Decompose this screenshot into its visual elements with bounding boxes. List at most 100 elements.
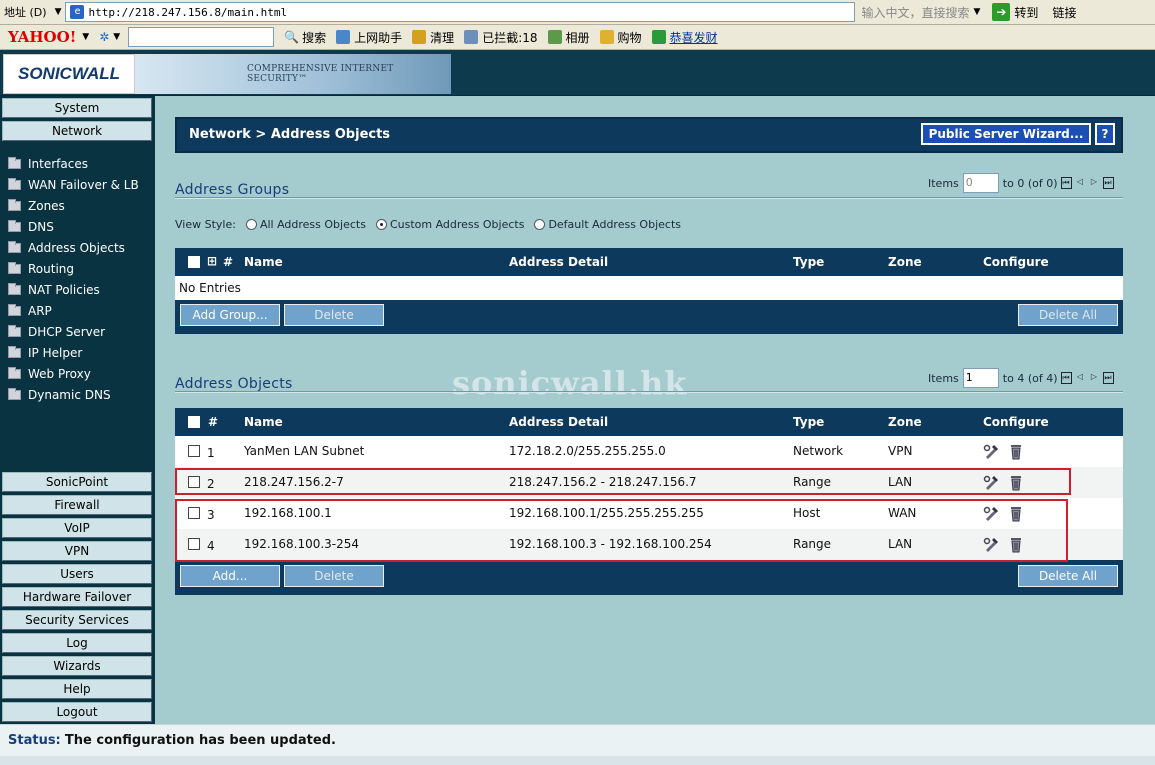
nav-network[interactable]: Network	[2, 121, 152, 141]
next-page-icon[interactable]: ▷	[1089, 372, 1100, 384]
public-server-wizard-button[interactable]: Public Server Wizard...	[921, 123, 1091, 145]
col-name[interactable]: Name	[244, 415, 283, 429]
chevron-down-icon[interactable]: ▼	[113, 32, 120, 42]
assistant-button[interactable]: 上网助手	[336, 29, 402, 46]
nav-hardware-failover[interactable]: Hardware Failover	[2, 587, 152, 607]
col-num: #	[223, 255, 234, 269]
col-zone[interactable]: Zone	[888, 415, 922, 429]
add-group-button[interactable]: Add Group...	[180, 304, 280, 326]
radio-all-objects[interactable]	[245, 219, 257, 230]
delete-all-objects-button[interactable]: Delete All	[1018, 565, 1118, 587]
toolbar-search-input[interactable]	[128, 27, 275, 47]
nav-firewall[interactable]: Firewall	[2, 495, 152, 515]
col-configure: Configure	[983, 415, 1049, 429]
shopping-button[interactable]: 购物	[599, 29, 642, 46]
select-all-checkbox[interactable]	[188, 416, 200, 428]
delete-object-button[interactable]: Delete	[284, 565, 384, 587]
prev-page-icon[interactable]: ◁	[1075, 177, 1086, 189]
first-page-icon[interactable]: ⏮	[1060, 372, 1072, 384]
col-zone[interactable]: Zone	[888, 255, 922, 269]
col-detail[interactable]: Address Detail	[509, 255, 608, 269]
delete-all-groups-button[interactable]: Delete All	[1018, 304, 1118, 326]
edit-icon[interactable]	[983, 442, 1001, 460]
nav-item-web-proxy[interactable]: Web Proxy	[8, 365, 91, 383]
nav-item-interfaces[interactable]: Interfaces	[8, 155, 88, 173]
col-detail[interactable]: Address Detail	[509, 415, 608, 429]
nav-system[interactable]: System	[2, 98, 152, 118]
nav-sonicpoint[interactable]: SonicPoint	[2, 472, 152, 492]
folder-icon	[8, 283, 21, 295]
col-type[interactable]: Type	[793, 415, 824, 429]
nav-voip[interactable]: VoIP	[2, 518, 152, 538]
nav-item-arp[interactable]: ARP	[8, 302, 52, 320]
last-page-icon[interactable]: ⏭	[1102, 372, 1114, 384]
nav-wizards[interactable]: Wizards	[2, 656, 152, 676]
radio-label: Default Address Objects	[548, 218, 681, 231]
highlight-box	[175, 468, 1071, 495]
nav-item-dns[interactable]: DNS	[8, 218, 54, 236]
yahoo-logo[interactable]: YAHOO!	[8, 28, 76, 46]
groups-items-input[interactable]: 0	[962, 173, 999, 193]
url-input[interactable]: e http://218.247.156.8/main.html	[65, 2, 856, 22]
nav-help[interactable]: Help	[2, 679, 152, 699]
add-object-button[interactable]: Add...	[180, 565, 280, 587]
page-title-bar: Network > Address Objects Public Server …	[175, 117, 1123, 153]
chevron-down-icon[interactable]: ▼	[55, 7, 62, 17]
go-label: 转到	[1014, 5, 1039, 20]
album-button[interactable]: 相册	[547, 29, 590, 46]
prev-page-icon[interactable]: ◁	[1075, 372, 1086, 384]
nav-item-ip-helper[interactable]: IP Helper	[8, 344, 82, 362]
nav-log[interactable]: Log	[2, 633, 152, 653]
nav-item-label: DHCP Server	[28, 325, 106, 339]
nav-security-services[interactable]: Security Services	[2, 610, 152, 630]
sonicwall-logo: SONICWALL	[3, 54, 135, 94]
radio-default-objects[interactable]	[534, 219, 546, 230]
blocked-button[interactable]: 已拦截:18	[464, 29, 538, 46]
groups-pager: Items 0 to 0 (of 0) ⏮ ◁ ▷ ⏭	[928, 173, 1114, 193]
nav-item-zones[interactable]: Zones	[8, 197, 65, 215]
first-page-icon[interactable]: ⏮	[1060, 177, 1072, 189]
expand-all-icon[interactable]: ⊞	[207, 254, 217, 268]
delete-group-button[interactable]: Delete	[284, 304, 384, 326]
shopping-label: 购物	[617, 30, 642, 45]
nav-logout[interactable]: Logout	[2, 702, 152, 722]
assistant-icon	[336, 30, 351, 44]
nav-item-routing[interactable]: Routing	[8, 260, 74, 278]
trash-icon[interactable]	[1007, 442, 1025, 460]
chevron-down-icon[interactable]: ▼	[974, 7, 981, 17]
col-type[interactable]: Type	[793, 255, 824, 269]
links-button[interactable]: 链接	[1052, 4, 1076, 21]
nav-users[interactable]: Users	[2, 564, 152, 584]
select-all-checkbox[interactable]	[188, 256, 200, 268]
col-configure: Configure	[983, 255, 1049, 269]
nav-item-dhcp-server[interactable]: DHCP Server	[8, 323, 105, 341]
last-page-icon[interactable]: ⏭	[1102, 177, 1114, 189]
offer-link[interactable]: 恭喜发财	[651, 29, 718, 46]
objects-items-input[interactable]: 1	[962, 368, 999, 388]
nav-vpn[interactable]: VPN	[2, 541, 152, 561]
url-text: http://218.247.156.8/main.html	[88, 5, 288, 19]
gear-icon[interactable]: ✲	[99, 30, 109, 44]
nav-item-dynamic-dns[interactable]: Dynamic DNS	[8, 386, 111, 404]
nav-item-nat-policies[interactable]: NAT Policies	[8, 281, 100, 299]
chevron-down-icon[interactable]: ▼	[82, 32, 89, 42]
assistant-label: 上网助手	[354, 30, 403, 45]
go-button[interactable]: ➔ 转到	[992, 3, 1038, 21]
search-hint[interactable]: 输入中文，直接搜索	[861, 4, 969, 21]
nav-item-wan-failover[interactable]: WAN Failover & LB	[8, 176, 139, 194]
radio-custom-objects[interactable]	[375, 219, 387, 230]
nav-item-address-objects[interactable]: Address Objects	[8, 239, 125, 257]
help-button[interactable]: ?	[1095, 123, 1115, 145]
address-label: 地址 (D)	[4, 6, 47, 19]
header-tagline: COMPREHENSIVE INTERNET SECURITY™	[135, 54, 451, 94]
table-header: ⊞ # Name Address Detail Type Zone Config…	[175, 248, 1123, 276]
album-icon	[547, 30, 562, 44]
clean-button[interactable]: 清理	[412, 29, 454, 46]
no-entries-text: No Entries	[179, 281, 241, 295]
search-button[interactable]: 🔍 搜索	[284, 29, 326, 46]
row-detail: 172.18.2.0/255.255.255.0	[509, 444, 666, 458]
col-name[interactable]: Name	[244, 255, 283, 269]
table-row: 1 YanMen LAN Subnet 172.18.2.0/255.255.2…	[175, 436, 1123, 467]
next-page-icon[interactable]: ▷	[1089, 177, 1100, 189]
row-checkbox[interactable]	[188, 445, 200, 457]
